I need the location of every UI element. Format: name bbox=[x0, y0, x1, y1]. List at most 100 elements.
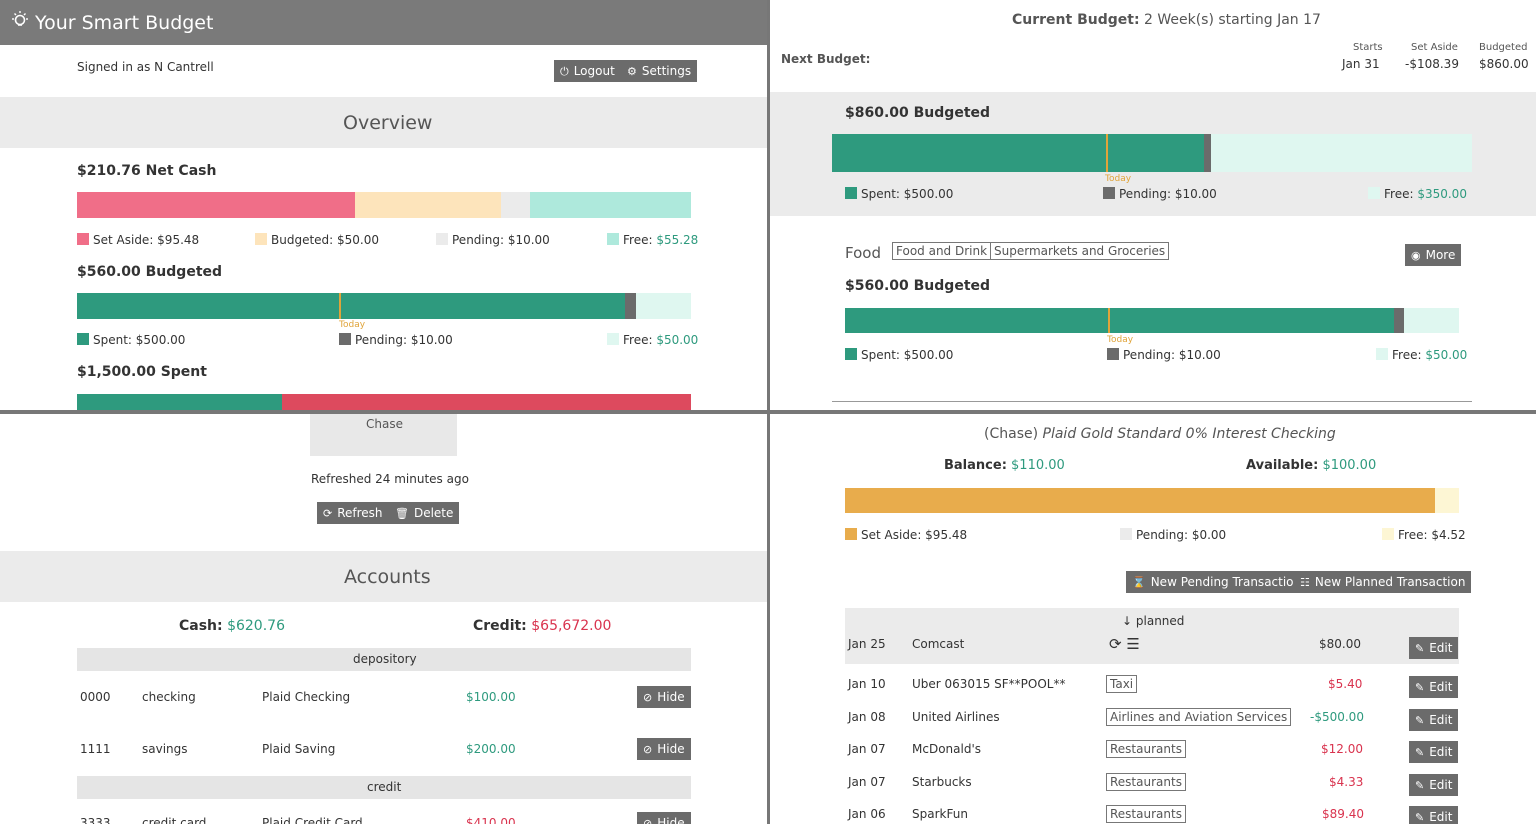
group-header-credit: credit bbox=[77, 776, 691, 799]
credit-total: Credit: $65,672.00 bbox=[473, 618, 612, 634]
category-budgeted-title: $560.00 Budgeted bbox=[845, 278, 991, 294]
edit-button[interactable]: ✎ Edit bbox=[1409, 806, 1459, 824]
set-aside-value: -$108.39 bbox=[1405, 57, 1459, 71]
new-planned-transaction-button[interactable]: ☷ New Planned Transaction bbox=[1294, 571, 1472, 593]
eye-slash-icon: ⊘ bbox=[643, 691, 653, 704]
legend-pending: Pending: $10.00 bbox=[436, 233, 550, 247]
transaction-tag: Restaurants bbox=[1106, 773, 1186, 791]
legend-free: Free: $55.28 bbox=[607, 233, 698, 247]
legend-spent: Spent: $500.00 bbox=[845, 187, 953, 201]
edit-button[interactable]: ✎ Edit bbox=[1409, 774, 1459, 796]
arrow-down-icon: ↓ bbox=[1122, 614, 1133, 628]
net-cash-title: $210.76 Net Cash bbox=[77, 163, 217, 179]
legend-pending: Pending: $10.00 bbox=[339, 333, 453, 347]
starts-header: Starts bbox=[1353, 42, 1383, 53]
pending-segment bbox=[1204, 134, 1211, 172]
gear-icon: ⚙ bbox=[627, 65, 637, 78]
set-aside-header: Set Aside bbox=[1411, 42, 1458, 53]
eye-slash-icon: ⊘ bbox=[643, 817, 653, 824]
planned-header: ↓ planned bbox=[1122, 614, 1185, 628]
today-marker bbox=[339, 293, 341, 319]
legend-free: Free: $350.00 bbox=[1368, 187, 1467, 201]
pencil-icon: ✎ bbox=[1415, 811, 1425, 824]
hide-button[interactable]: ⊘ Hide bbox=[637, 738, 691, 760]
today-marker bbox=[1108, 308, 1110, 333]
spent-segment bbox=[832, 134, 1204, 172]
legend-spent: Spent: $500.00 bbox=[845, 348, 953, 362]
accounts-panel: Chase Refreshed 24 minutes ago ⟳ Refresh … bbox=[0, 414, 767, 824]
category-name: Food bbox=[845, 244, 881, 262]
eye-icon: ◉ bbox=[1411, 249, 1421, 262]
legend-set-aside: Set Aside: $95.48 bbox=[845, 528, 967, 542]
current-budget-panel: Current Budget: 2 Week(s) starting Jan 1… bbox=[770, 0, 1536, 410]
settings-button[interactable]: ⚙ Settings bbox=[621, 60, 698, 82]
category-budget-bar bbox=[845, 308, 1459, 333]
edit-button[interactable]: ✎ Edit bbox=[1409, 741, 1459, 763]
spent-segment bbox=[77, 293, 625, 319]
budgeted-header: Budgeted bbox=[1479, 42, 1528, 53]
overspent-segment bbox=[282, 394, 691, 410]
edit-button[interactable]: ✎ Edit bbox=[1409, 709, 1459, 731]
legend-spent: Spent: $500.00 bbox=[77, 333, 185, 347]
logout-button[interactable]: ⏻ Logout bbox=[554, 60, 621, 82]
signed-in-text: Signed in as N Cantrell bbox=[77, 60, 214, 74]
recurring-icon: ⟳ ☰ bbox=[1109, 635, 1140, 653]
planned-amount: $80.00 bbox=[1319, 637, 1361, 651]
legend-free: Free: $50.00 bbox=[1376, 348, 1467, 362]
budgeted-value: $860.00 bbox=[1479, 57, 1529, 71]
pencil-icon: ✎ bbox=[1415, 714, 1425, 727]
group-header-depository: depository bbox=[77, 648, 691, 671]
cash-total: Cash: $620.76 bbox=[179, 618, 285, 634]
lightbulb-icon bbox=[10, 9, 30, 37]
transaction-tag: Taxi bbox=[1106, 675, 1138, 693]
app-title[interactable]: Your Smart Budget bbox=[35, 12, 213, 34]
category-tag: Supermarkets and Groceries bbox=[990, 242, 1170, 260]
legend-free: Free: $4.52 bbox=[1382, 528, 1466, 542]
hide-button[interactable]: ⊘ Hide bbox=[637, 812, 691, 824]
set-aside-segment bbox=[77, 192, 355, 218]
hourglass-icon: ⌛ bbox=[1132, 576, 1146, 589]
planned-name: Comcast bbox=[912, 637, 965, 651]
next-budget-label: Next Budget: bbox=[781, 52, 871, 66]
overview-header: Overview bbox=[0, 97, 767, 148]
available: Available: $100.00 bbox=[1246, 458, 1377, 473]
pencil-icon: ✎ bbox=[1415, 746, 1425, 759]
legend-pending: Pending: $10.00 bbox=[1103, 187, 1217, 201]
planned-date: Jan 25 bbox=[848, 637, 886, 651]
today-label: Today bbox=[1107, 335, 1134, 345]
legend-set-aside: Set Aside: $95.48 bbox=[77, 233, 199, 247]
trash-icon: 🗑 bbox=[395, 507, 409, 520]
account-detail-title: (Chase) Plaid Gold Standard 0% Interest … bbox=[984, 426, 1336, 442]
account-detail-panel: (Chase) Plaid Gold Standard 0% Interest … bbox=[770, 414, 1536, 824]
net-cash-bar bbox=[77, 192, 691, 218]
delete-button[interactable]: 🗑 Delete bbox=[389, 502, 460, 524]
horizontal-divider bbox=[0, 410, 1536, 414]
today-label: Today bbox=[1105, 174, 1132, 184]
pending-segment bbox=[625, 293, 636, 319]
pencil-icon: ✎ bbox=[1415, 642, 1425, 655]
budgeted-title: $560.00 Budgeted bbox=[77, 264, 223, 280]
pending-segment bbox=[501, 192, 530, 218]
edit-button[interactable]: ✎ Edit bbox=[1409, 676, 1459, 698]
app-header: Your Smart Budget bbox=[0, 0, 767, 45]
transaction-tag: Restaurants bbox=[1106, 805, 1186, 823]
transaction-tag: Airlines and Aviation Services bbox=[1106, 708, 1292, 726]
account-card[interactable]: Chase bbox=[310, 414, 457, 456]
new-pending-transaction-button[interactable]: ⌛ New Pending Transaction bbox=[1126, 571, 1308, 593]
pending-segment bbox=[1394, 308, 1404, 333]
account-card-name: Chase bbox=[366, 417, 403, 431]
pencil-icon: ✎ bbox=[1415, 681, 1425, 694]
total-budget-title: $860.00 Budgeted bbox=[845, 105, 991, 121]
refresh-icon: ⟳ bbox=[323, 507, 333, 520]
more-button[interactable]: ◉ More bbox=[1405, 244, 1462, 266]
spent-segment bbox=[77, 394, 282, 410]
hide-button[interactable]: ⊘ Hide bbox=[637, 686, 691, 708]
spent-bar bbox=[77, 394, 691, 410]
free-segment bbox=[530, 192, 691, 218]
accounts-title: Accounts bbox=[344, 566, 431, 588]
legend-free: Free: $50.00 bbox=[607, 333, 698, 347]
eye-slash-icon: ⊘ bbox=[643, 743, 653, 756]
edit-button[interactable]: ✎ Edit bbox=[1409, 637, 1459, 659]
power-icon: ⏻ bbox=[560, 65, 569, 78]
refresh-button[interactable]: ⟳ Refresh bbox=[317, 502, 389, 524]
